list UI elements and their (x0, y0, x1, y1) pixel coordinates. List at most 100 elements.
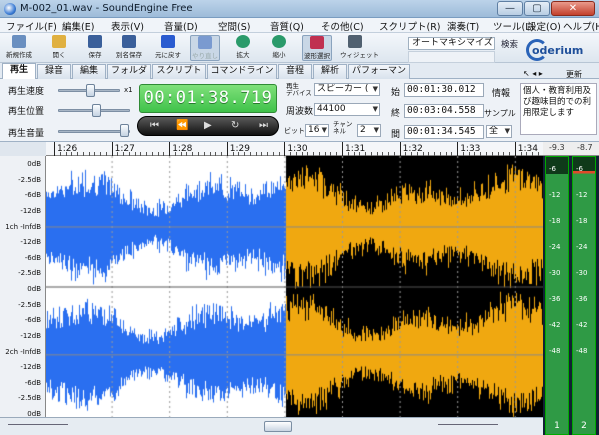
close-button[interactable]: ✕ (551, 1, 595, 16)
menu-settings[interactable]: 設定(O) (527, 19, 561, 33)
db-label: -2.5dB (18, 175, 41, 184)
db-label: 1ch -InfdB (5, 222, 41, 231)
vu-scale-label: -42 (576, 321, 588, 329)
db-label: -2.5dB (18, 300, 41, 309)
play-icon[interactable]: ▶ (204, 120, 212, 131)
loop-icon[interactable]: ↻ (231, 120, 239, 131)
bit-select[interactable]: 16 ▼ (305, 124, 329, 137)
waveform-select-icon (310, 36, 324, 49)
ruler-tick (111, 142, 113, 156)
ruler-tick (54, 142, 55, 156)
db-label: -2.5dB (18, 394, 41, 403)
device-select[interactable]: スピーカー (▼ (314, 83, 380, 96)
widget-icon (348, 35, 362, 48)
menu-quality[interactable]: 音質(Q) (270, 19, 304, 33)
db-label: -2.5dB (18, 269, 41, 278)
end-time-field[interactable]: 00:03:04.558 (404, 104, 484, 118)
position-slider-thumb[interactable] (92, 104, 101, 117)
menu-volume[interactable]: 音量(D) (164, 19, 198, 33)
tab-playback[interactable]: 再生 (2, 63, 36, 79)
zoom-in-button[interactable]: 拡大 (228, 35, 258, 61)
skip-back-icon[interactable]: ⏮ (150, 120, 159, 131)
chevron-down-icon: ▼ (504, 127, 510, 135)
search-button[interactable]: 検索 (501, 38, 518, 50)
chevron-down-icon: ▼ (373, 126, 379, 134)
vu-scale-label: -30 (576, 269, 588, 277)
samplerate-select[interactable]: 44100 ▼ (314, 103, 380, 116)
undo-button[interactable]: 元に戻す (153, 35, 183, 61)
ribbon-collapse-icon[interactable]: ↖ ◂ ▸ (523, 69, 543, 78)
open-button[interactable]: 開く (44, 35, 74, 61)
save-as-button[interactable]: 別名保存 (114, 35, 144, 61)
db-label: -6dB (24, 191, 41, 200)
vu-scale-label: -36 (576, 295, 588, 303)
new-file-button[interactable]: 新規作成 (4, 35, 34, 61)
db-label: -6dB (24, 378, 41, 387)
menu-bar: ファイル(F) 編集(E) 表示(V) 音量(D) 空間(S) 音質(Q) その… (0, 18, 599, 33)
undo-icon (161, 35, 175, 48)
channel-select[interactable]: 2 ▼ (357, 124, 381, 137)
sample-label: サンプル (484, 109, 516, 118)
db-label: 0dB (27, 160, 41, 168)
volume-slider-thumb[interactable] (120, 124, 129, 137)
db-label: -12dB (20, 238, 41, 247)
save-button[interactable]: 保存 (80, 35, 110, 61)
channel-label: チャン ネル (333, 120, 353, 135)
db-scale: 0dB -2.5dB -6dB -12dB 1ch -InfdB -12dB -6dB -2.… (0, 156, 46, 418)
vu-peak-left: -9.3 (549, 143, 565, 152)
tab-performance[interactable]: パフォーマンス (348, 64, 410, 89)
tab-record[interactable]: 録音 (37, 64, 71, 79)
tab-commandline[interactable]: コマンドライン (207, 64, 277, 79)
samplerate-select-value: 44100 (317, 104, 346, 114)
redo-button[interactable]: やり直し (190, 35, 220, 61)
zoom-slider-left[interactable] (8, 424, 68, 428)
menu-view[interactable]: 表示(V) (111, 19, 144, 33)
vu-scale-label: -12 (549, 191, 561, 199)
bit-select-value: 16 (308, 125, 320, 135)
vu-scale-label: -24 (576, 243, 588, 251)
skip-forward-icon[interactable]: ⏭ (259, 120, 268, 131)
search-history-box[interactable] (408, 51, 495, 63)
unit-select[interactable]: 全 ▼ (486, 125, 512, 138)
waveform-select-button[interactable]: 波形選択 (302, 35, 332, 61)
menu-script[interactable]: スクリプト(R) (379, 19, 441, 33)
menu-edit[interactable]: 編集(E) (62, 19, 94, 33)
zoom-slider-right[interactable] (438, 424, 498, 428)
widget-button[interactable]: ウィジェット (340, 35, 379, 61)
menu-play[interactable]: 演奏(T) (447, 19, 479, 33)
search-input[interactable]: オートマキシマイズ (408, 37, 495, 50)
menu-file[interactable]: ファイル(F) (6, 19, 57, 33)
unit-select-value: 全 (489, 126, 499, 136)
transport-controls: ⏮ ⏪ ▶ ↻ ⏭ (137, 116, 279, 136)
length-label: 間 (391, 130, 401, 140)
waveform-canvas[interactable] (46, 156, 543, 417)
horizontal-scrollbar[interactable] (0, 417, 543, 435)
scrollbar-thumb[interactable] (264, 421, 292, 432)
vu-channel-2-label: 2 (581, 421, 587, 431)
minimize-button[interactable]: — (497, 1, 523, 16)
volume-label: 再生音量 (8, 129, 45, 139)
vu-peak-readout: -9.3 -8.7 (543, 142, 599, 156)
app-icon[interactable] (4, 3, 16, 15)
vu-scale-label: -12 (576, 191, 588, 199)
update-button[interactable]: 更新 (566, 69, 582, 80)
tab-script[interactable]: スクリプト (152, 64, 206, 79)
zoom-out-button[interactable]: 縮小 (264, 35, 294, 61)
tab-analysis[interactable]: 解析 (313, 64, 347, 79)
speed-slider-thumb[interactable] (86, 84, 95, 97)
ruler-tick (514, 142, 516, 156)
vu-peak-right: -8.7 (577, 143, 593, 152)
menu-other[interactable]: その他(C) (321, 19, 364, 33)
length-time-field[interactable]: 00:01:34.545 (404, 125, 484, 139)
zoom-out-icon (272, 35, 286, 48)
tab-edit[interactable]: 編集 (72, 64, 106, 79)
menu-space[interactable]: 空間(S) (218, 19, 250, 33)
vu-scale-label: -6 (576, 165, 583, 173)
tab-folder[interactable]: フォルダ (107, 64, 151, 79)
maximize-button[interactable]: ▢ (524, 1, 550, 16)
rewind-icon[interactable]: ⏪ (176, 120, 188, 131)
tab-pitch[interactable]: 音程 (278, 64, 312, 79)
menu-help[interactable]: ヘルプ(H) (563, 19, 599, 33)
start-time-field[interactable]: 00:01:30.012 (404, 83, 484, 97)
vu-scale-label: -24 (549, 243, 561, 251)
